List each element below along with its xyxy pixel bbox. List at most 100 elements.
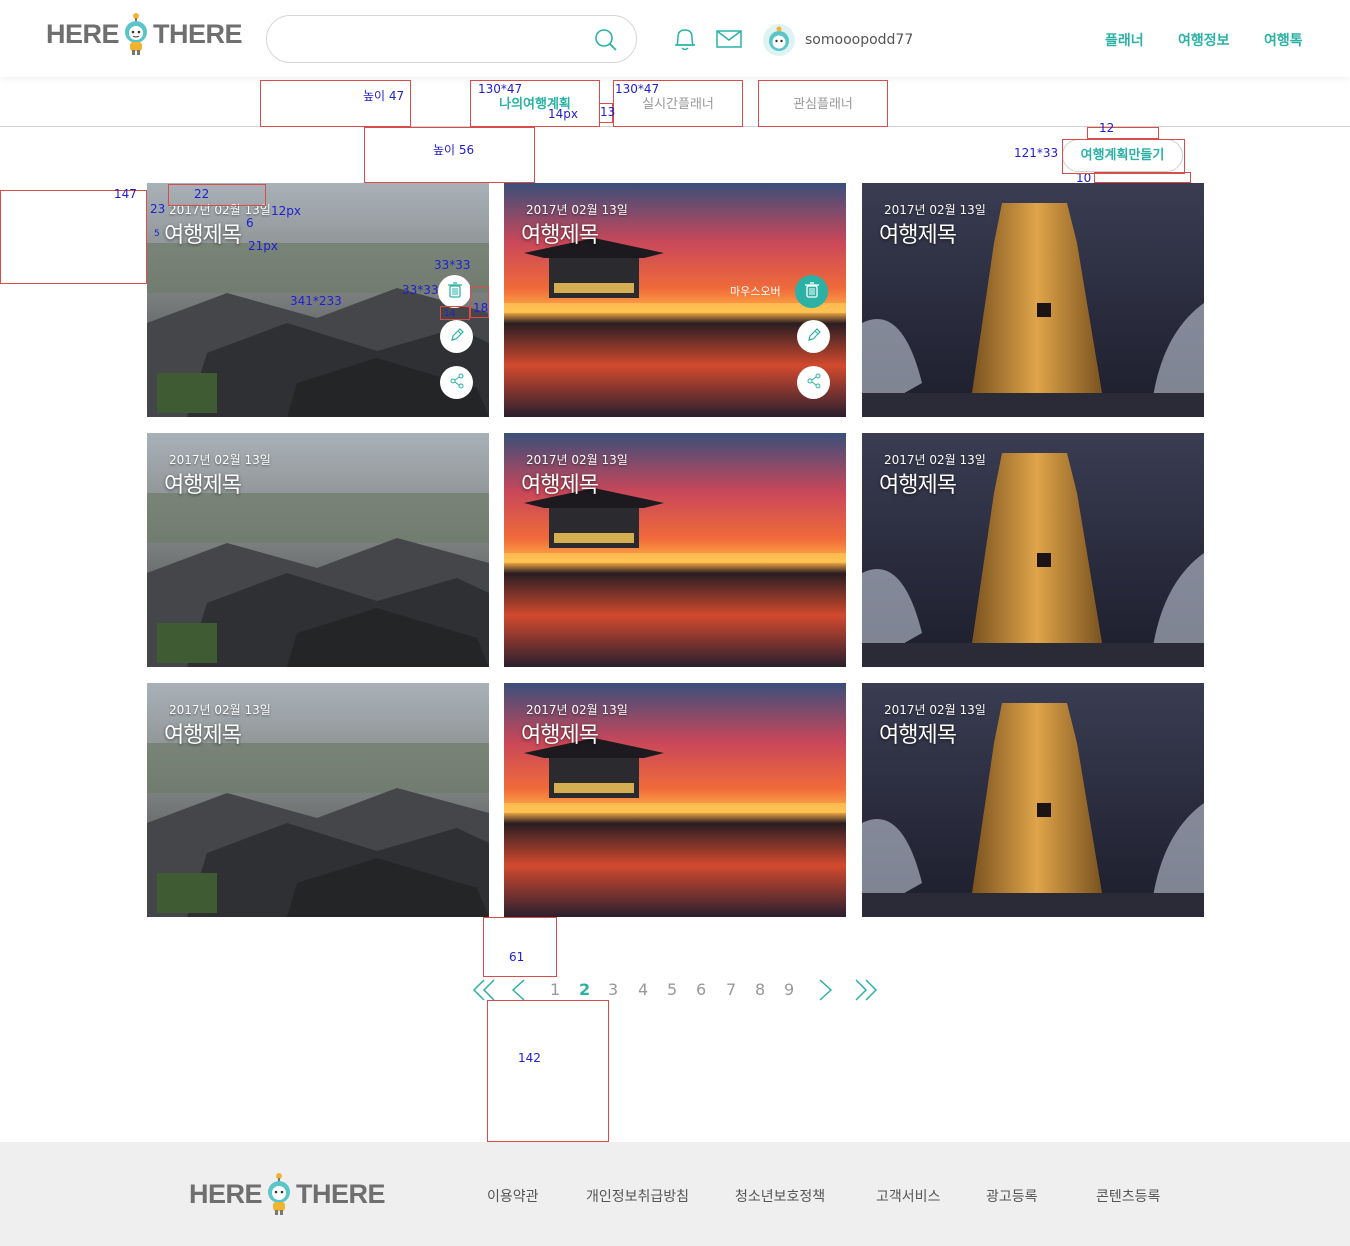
- spec-note: 12: [1099, 121, 1115, 135]
- footer-logo[interactable]: HERE THERE: [189, 1172, 386, 1216]
- plan-card-date: 2017년 02월 13일: [169, 453, 271, 467]
- guide-box: [0, 190, 147, 284]
- search-input[interactable]: [287, 26, 587, 52]
- page-number[interactable]: 3: [608, 980, 618, 999]
- user-profile[interactable]: somooopodd77: [763, 24, 913, 56]
- spec-note: 33*33: [434, 258, 471, 272]
- plan-card-title: 여행제목: [879, 723, 957, 748]
- plan-card-date: 2017년 02월 13일: [526, 203, 628, 217]
- guide-box: [168, 184, 266, 206]
- plan-card[interactable]: 2017년 02월 13일 여행제목: [862, 433, 1204, 667]
- site-footer: HERE THERE 이용약관 개인정보취급방침 청소년보호정책 고객서비스 광…: [0, 1142, 1350, 1246]
- page-number[interactable]: 4: [638, 980, 648, 999]
- plan-card-title: 여행제목: [879, 473, 957, 498]
- bell-icon[interactable]: [673, 26, 697, 52]
- nav-travel-talk[interactable]: 여행톡: [1264, 30, 1303, 50]
- page-number[interactable]: 1: [550, 980, 560, 999]
- avatar: [763, 24, 795, 56]
- spec-note: 12px: [271, 204, 301, 218]
- spec-note: 22: [194, 187, 210, 201]
- spec-note: 33*33: [402, 283, 439, 297]
- delete-button[interactable]: [795, 275, 828, 308]
- share-button[interactable]: [440, 366, 473, 399]
- plan-card-title: 여행제목: [879, 223, 957, 248]
- logo-text-here: HERE: [189, 1178, 263, 1209]
- plan-card-title: 여행제목: [521, 723, 599, 748]
- page-number[interactable]: 2: [579, 980, 590, 999]
- mail-icon[interactable]: [716, 30, 742, 48]
- plan-card[interactable]: 2017년 02월 13일 여행제목: [504, 433, 846, 667]
- mascot-icon: [125, 13, 148, 55]
- plan-card-title: 여행제목: [164, 723, 242, 748]
- trash-icon: [446, 281, 464, 303]
- plan-card[interactable]: 2017년 02월 13일 여행제목: [147, 433, 489, 667]
- spec-note: 130*47: [478, 82, 523, 96]
- spec-note: 341*233: [290, 294, 342, 308]
- share-icon: [806, 373, 822, 393]
- spec-note: 6: [246, 216, 254, 230]
- plan-card[interactable]: 2017년 02월 13일 여행제목 마우스오버: [504, 183, 846, 417]
- plan-card-title: 여행제목: [164, 473, 242, 498]
- plan-card-title: 여행제목: [164, 223, 242, 248]
- plan-card-title: 여행제목: [521, 223, 599, 248]
- plan-card-date: 2017년 02월 13일: [884, 203, 986, 217]
- spec-note: 높이 56: [433, 143, 475, 157]
- plan-card[interactable]: 2017년 02월 13일 여행제목: [504, 683, 846, 917]
- hover-label: 마우스오버: [730, 285, 781, 298]
- delete-button[interactable]: [438, 275, 471, 308]
- footer-link-content-register[interactable]: 콘텐츠등록: [1096, 1186, 1160, 1206]
- footer-link-customer-service[interactable]: 고객서비스: [876, 1186, 940, 1206]
- spec-note: 121*33: [1014, 146, 1059, 160]
- spec-note: 147: [114, 187, 137, 201]
- make-plan-button[interactable]: 여행계획만들기: [1062, 139, 1185, 174]
- share-button[interactable]: [797, 366, 830, 399]
- tab-favorite-planner[interactable]: 관심플래너: [758, 80, 888, 127]
- logo-text-here: HERE: [46, 18, 120, 49]
- footer-link-ad-register[interactable]: 광고등록: [986, 1186, 1038, 1206]
- plan-card-date: 2017년 02월 13일: [526, 453, 628, 467]
- guide-box: [483, 917, 557, 977]
- spec-note: 142: [518, 1051, 541, 1065]
- spec-note: 23: [150, 202, 166, 216]
- plan-card[interactable]: 2017년 02월 13일 여행제목: [862, 183, 1204, 417]
- sub-tab-bar: 나의여행계획 실시간플래너 관심플래너: [0, 80, 1350, 127]
- spec-note: 130*47: [615, 82, 660, 96]
- guide-box: [1087, 127, 1159, 139]
- logo-text-there: THERE: [153, 18, 243, 49]
- search-icon[interactable]: [594, 28, 618, 52]
- edit-button[interactable]: [797, 320, 830, 353]
- spec-note: 14px: [548, 107, 578, 121]
- share-icon: [449, 373, 465, 393]
- edit-button[interactable]: [440, 320, 473, 353]
- guide-box: [487, 1000, 609, 1142]
- next-page-icon[interactable]: [818, 978, 834, 1002]
- plan-card-title: 여행제목: [521, 473, 599, 498]
- site-logo[interactable]: HERE THERE: [46, 12, 243, 56]
- prev-page-icon[interactable]: [510, 978, 526, 1002]
- page-number[interactable]: 7: [726, 980, 736, 999]
- spec-note: 61: [509, 950, 525, 964]
- last-page-icon[interactable]: [854, 978, 878, 1002]
- nav-planner[interactable]: 플래너: [1105, 30, 1144, 50]
- plan-card-date: 2017년 02월 13일: [169, 703, 271, 717]
- trash-icon: [803, 281, 821, 303]
- nav-travel-info[interactable]: 여행정보: [1178, 30, 1230, 50]
- top-header: HERE THERE somooopodd77 플래너 여행정보 여행톡: [0, 0, 1350, 77]
- page-number[interactable]: 5: [667, 980, 677, 999]
- page-number[interactable]: 6: [696, 980, 706, 999]
- plan-card-date: 2017년 02월 13일: [884, 703, 986, 717]
- spec-note: 13: [600, 105, 616, 119]
- spec-note: 14: [444, 309, 456, 319]
- plan-card-date: 2017년 02월 13일: [884, 453, 986, 467]
- logo-text-there: THERE: [296, 1178, 386, 1209]
- footer-link-terms[interactable]: 이용약관: [487, 1186, 539, 1206]
- page-number[interactable]: 8: [755, 980, 765, 999]
- pencil-icon: [449, 327, 465, 347]
- plan-card[interactable]: 2017년 02월 13일 여행제목: [147, 683, 489, 917]
- footer-link-youth-policy[interactable]: 청소년보호정책: [735, 1186, 825, 1206]
- plan-card[interactable]: 2017년 02월 13일 여행제목: [862, 683, 1204, 917]
- spec-note: 18: [473, 301, 489, 315]
- footer-link-privacy[interactable]: 개인정보취급방침: [586, 1186, 689, 1206]
- first-page-icon[interactable]: [472, 978, 496, 1002]
- page-number[interactable]: 9: [784, 980, 794, 999]
